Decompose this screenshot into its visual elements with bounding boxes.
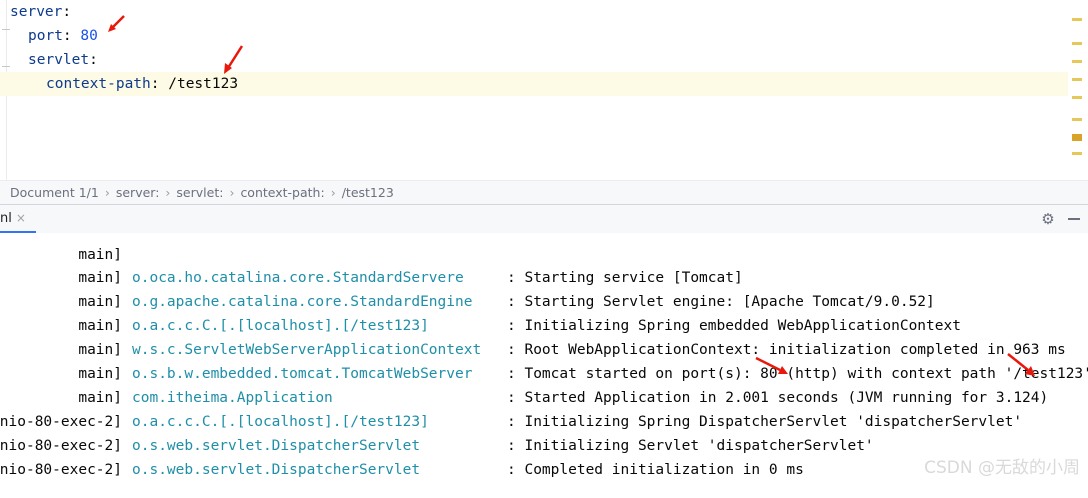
close-icon[interactable]: × bbox=[16, 211, 26, 225]
console-line: main] o.a.c.c.C.[.[localhost].[/test123]:… bbox=[0, 314, 1088, 338]
log-thread: nio-80-exec-2] bbox=[0, 414, 122, 430]
console-line: nio-80-exec-2] o.s.web.servlet.Dispatcher… bbox=[0, 434, 1088, 458]
breadcrumb-item-document[interactable]: Document 1/1 bbox=[10, 185, 99, 200]
console-line: nio-80-exec-2] o.a.c.c.C.[.[localhost].[/… bbox=[0, 410, 1088, 434]
log-logger-link[interactable]: o.g.apache.catalina.core.StandardEngine bbox=[132, 290, 472, 314]
console-line-partial: main] bbox=[0, 233, 1088, 263]
annotation-arrow-port bbox=[108, 15, 125, 32]
run-tab-label: nl bbox=[0, 211, 12, 226]
yaml-separator: : bbox=[62, 28, 81, 44]
console-line: main] o.g.apache.catalina.core.StandardEn… bbox=[0, 290, 1088, 314]
log-thread: main] bbox=[78, 294, 122, 310]
code-line-port[interactable]: port: 80 bbox=[28, 24, 98, 48]
breadcrumb-item-value[interactable]: /test123 bbox=[342, 185, 394, 200]
run-tab[interactable]: nl × bbox=[0, 205, 30, 233]
log-logger-link[interactable]: w.s.c.ServletWebServerApplicationContext bbox=[132, 338, 481, 362]
minimize-icon[interactable] bbox=[1068, 218, 1080, 220]
log-logger-link[interactable]: o.s.web.servlet.DispatcherServlet bbox=[132, 434, 420, 458]
log-thread: main] bbox=[78, 366, 122, 382]
console-line: main] com.itheima.Application : Started Ap… bbox=[0, 386, 1088, 410]
log-logger-link[interactable]: o.a.c.c.C.[.[localhost].[/test123] bbox=[132, 410, 429, 434]
log-message: : Started Application in 2.001 seconds (… bbox=[507, 390, 1049, 406]
log-thread: nio-80-exec-2] bbox=[0, 438, 122, 454]
log-thread: main] bbox=[78, 247, 122, 263]
yaml-value-context-path: /test123 bbox=[168, 76, 239, 92]
scroll-marker[interactable] bbox=[1072, 134, 1082, 141]
log-logger-link[interactable]: o.s.b.w.embedded.tomcat.TomcatWebServer bbox=[132, 362, 472, 386]
log-thread: main] bbox=[78, 342, 122, 358]
breadcrumb: Document 1/1 › server: › servlet: › context-pa… bbox=[0, 180, 1088, 205]
console-line: main] w.s.c.ServletWebServerApplicationCo… bbox=[0, 338, 1088, 362]
log-logger-link[interactable]: com.itheima.Application bbox=[132, 386, 333, 410]
yaml-key: servlet bbox=[28, 52, 90, 68]
yaml-separator: : bbox=[89, 52, 98, 68]
annotation-arrow-context-path bbox=[224, 45, 244, 74]
scroll-marker[interactable] bbox=[1072, 152, 1082, 155]
log-message: : Starting service [Tomcat] bbox=[507, 270, 743, 286]
console-line: main] o.oca.ho.catalina.core.StandardServ… bbox=[0, 266, 1088, 290]
chevron-right-icon: › bbox=[104, 185, 110, 200]
gear-icon[interactable]: ⚙ bbox=[1040, 211, 1056, 227]
code-line-server[interactable]: server: bbox=[10, 0, 71, 24]
scroll-marker[interactable] bbox=[1072, 96, 1082, 99]
scroll-marker[interactable] bbox=[1072, 42, 1082, 45]
log-message: : Initializing Servlet 'dispatcherServle… bbox=[507, 438, 874, 454]
chevron-right-icon: › bbox=[330, 185, 336, 200]
run-tool-window-header: nl × ⚙ bbox=[0, 204, 1088, 234]
yaml-separator: : bbox=[150, 76, 169, 92]
fold-marker bbox=[2, 66, 10, 67]
chevron-right-icon: › bbox=[165, 185, 171, 200]
log-message: : Tomcat started on port(s): 80 (http) w… bbox=[507, 366, 1088, 382]
annotation-arrow-context-path-log bbox=[1007, 353, 1035, 376]
fold-marker bbox=[2, 29, 10, 30]
yaml-value-port: 80 bbox=[80, 28, 98, 44]
log-thread: main] bbox=[78, 270, 122, 286]
breadcrumb-item-servlet[interactable]: servlet: bbox=[176, 185, 223, 200]
log-message: : Initializing Spring DispatcherServlet … bbox=[507, 414, 1023, 430]
annotation-arrow-tomcat-port bbox=[755, 356, 788, 374]
chevron-right-icon: › bbox=[229, 185, 235, 200]
log-logger-link[interactable]: o.s.web.servlet.DispatcherServlet bbox=[132, 458, 420, 482]
log-logger-link[interactable]: o.oca.ho.catalina.core.StandardServere bbox=[132, 266, 464, 290]
log-thread: main] bbox=[78, 318, 122, 334]
log-thread: nio-80-exec-2] bbox=[0, 462, 122, 478]
breadcrumb-item-server[interactable]: server: bbox=[116, 185, 160, 200]
scroll-marker[interactable] bbox=[1072, 18, 1082, 21]
yaml-editor[interactable]: server: port: 80 servlet: context-path: … bbox=[0, 0, 1088, 180]
yaml-key: port bbox=[28, 28, 63, 44]
yaml-key: context-path bbox=[46, 76, 151, 92]
yaml-separator: : bbox=[62, 4, 72, 20]
scroll-marker[interactable] bbox=[1072, 60, 1082, 63]
code-line-context-path[interactable]: context-path: /test123 bbox=[0, 72, 1068, 96]
breadcrumb-item-context-path[interactable]: context-path: bbox=[240, 185, 324, 200]
yaml-key: server bbox=[10, 4, 63, 20]
scroll-marker[interactable] bbox=[1072, 78, 1082, 81]
log-thread: main] bbox=[78, 390, 122, 406]
log-logger-link[interactable]: o.a.c.c.C.[.[localhost].[/test123] bbox=[132, 314, 429, 338]
log-message: : Completed initialization in 0 ms bbox=[507, 462, 804, 478]
code-line-servlet[interactable]: servlet: bbox=[28, 48, 98, 72]
log-message: : Initializing Spring embedded WebApplic… bbox=[507, 318, 961, 334]
watermark: CSDN @无敌的小周 bbox=[924, 458, 1080, 478]
scrollbar-markers[interactable] bbox=[1072, 0, 1082, 180]
log-message: : Starting Servlet engine: [Apache Tomca… bbox=[507, 294, 935, 310]
console-line: main] o.s.b.w.embedded.tomcat.TomcatWebSe… bbox=[0, 362, 1088, 386]
scroll-marker[interactable] bbox=[1072, 118, 1082, 121]
